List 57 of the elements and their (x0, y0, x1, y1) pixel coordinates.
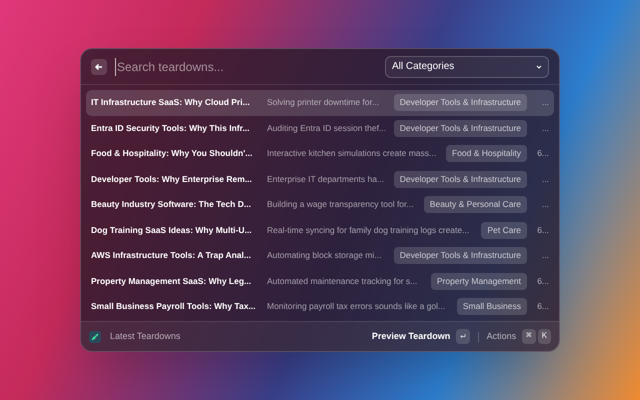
actions-button[interactable]: Actions (486, 330, 516, 344)
list-row[interactable]: Dog Training SaaS Ideas: Why Multi-U... Real-time syncing for family dog training logs create... Pet Care 6... (86, 218, 554, 243)
teardown-summary: Auditing Entra ID session thef... (267, 122, 386, 135)
row-meta: ... (540, 122, 549, 135)
list-row[interactable]: IT Infrastructure SaaS: Why Cloud Pri... Solving printer downtime for... Developer Tools & Infrastructure ... (86, 90, 554, 116)
row-meta: ... (540, 198, 549, 212)
teardown-summary: Enterprise IT departments ha... (267, 172, 384, 186)
preview-teardown-button[interactable]: Preview Teardown (372, 330, 450, 344)
category-tag: Developer Tools & Infrastructure (394, 170, 527, 188)
list-row[interactable]: Small Business Payroll Tools: Why Tax... Monitoring payroll tax errors sounds like a gol... Small Business 6... (86, 294, 554, 320)
teardown-summary: Interactive kitchen simulations create mass... (267, 147, 436, 160)
enter-key: ↵ (456, 329, 470, 344)
teardown-title: IT Infrastructure SaaS: Why Cloud Pri... (91, 96, 251, 110)
search-field[interactable]: Search teardowns... (115, 58, 377, 76)
teardown-title: Beauty Industry Software: The Tech D... (91, 198, 252, 212)
category-tag: Beauty & Personal Care (424, 196, 527, 214)
row-meta: ... (540, 96, 549, 110)
shortcut-key: ⌘ (522, 329, 536, 344)
teardown-title: Food & Hospitality: Why You Shouldn'... (91, 147, 254, 160)
teardown-summary: Real-time syncing for family dog training logs create... (267, 224, 470, 237)
chevron-down-icon (536, 64, 542, 68)
teardown-title: Entra ID Security Tools: Why This Infr... (91, 122, 251, 135)
teardown-summary: Automating block storage mi... (267, 249, 382, 262)
category-tag: Pet Care (481, 222, 527, 239)
back-button[interactable] (91, 58, 107, 74)
row-meta: 6... (536, 274, 549, 288)
footer-title: Latest Teardowns (110, 330, 180, 343)
row-meta: 6... (536, 224, 549, 237)
list-row[interactable]: Beauty Industry Software: The Tech D... Building a wage transparency tool for... Beauty & Personal Care ... (86, 192, 554, 218)
category-dropdown[interactable]: All Categories (385, 56, 549, 78)
row-meta: 6... (536, 300, 549, 314)
row-meta: 6... (536, 147, 549, 160)
list-row[interactable]: Entra ID Security Tools: Why This Infr... Auditing Entra ID session thef... Developer Tools & Infrastructure ... (86, 116, 554, 141)
category-tag: Developer Tools & Infrastructure (394, 94, 527, 112)
category-tag: Developer Tools & Infrastructure (394, 247, 527, 264)
teardown-summary: Solving printer downtime for... (267, 96, 379, 110)
teardown-title: AWS Infrastructure Tools: A Trap Anal... (91, 249, 252, 262)
teardown-title: Property Management SaaS: Why Leg... (91, 274, 252, 288)
list-row[interactable]: AWS Infrastructure Tools: A Trap Anal... Automating block storage mi... Developer Tools & Infrastructure ... (86, 243, 554, 268)
teardown-title: Small Business Payroll Tools: Why Tax... (91, 300, 257, 314)
app-logo-icon (89, 330, 101, 342)
row-meta: ... (540, 249, 549, 262)
category-tag: Small Business (456, 298, 527, 316)
teardown-summary: Monitoring payroll tax errors sounds like a gol... (267, 300, 446, 314)
category-tag: Property Management (430, 272, 527, 290)
back-arrow-icon (94, 62, 104, 72)
teardown-summary: Automated maintenance tracking for s... (267, 274, 418, 288)
teardown-title: Dog Training SaaS Ideas: Why Multi-U... (91, 224, 253, 237)
list-row[interactable]: Developer Tools: Why Enterprise Rem... Enterprise IT departments ha... Developer Tools & Infrastructure ... (86, 166, 554, 192)
shortcut-key: K (538, 329, 551, 344)
teardown-title: Developer Tools: Why Enterprise Rem... (91, 172, 253, 186)
list-row[interactable]: Food & Hospitality: Why You Shouldn'... Interactive kitchen simulations create mass... Food & Hospitality 6... (86, 141, 554, 166)
list-row[interactable]: Property Management SaaS: Why Leg... Automated maintenance tracking for s... Property Management 6... (86, 268, 554, 294)
teardown-summary: Building a wage transparency tool for... (267, 198, 414, 212)
category-tag: Food & Hospitality (446, 145, 527, 162)
row-meta: ... (540, 172, 549, 186)
category-tag: Developer Tools & Infrastructure (394, 120, 527, 137)
